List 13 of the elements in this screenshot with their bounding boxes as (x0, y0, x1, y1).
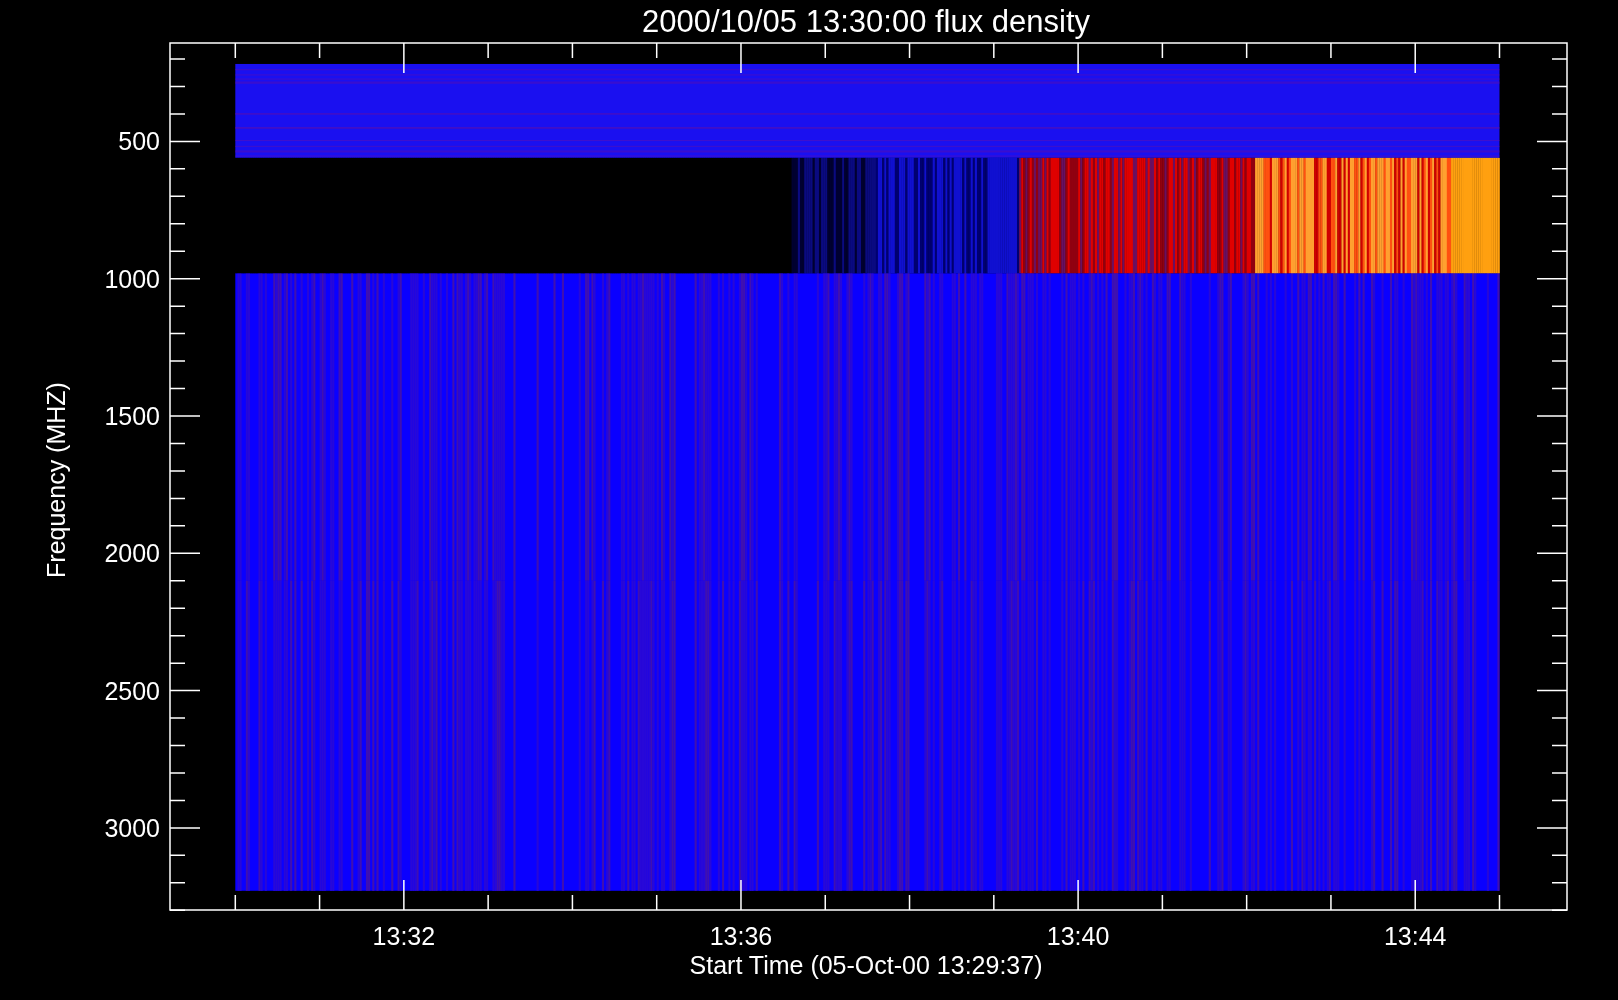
y-tick-label: 2000 (104, 539, 160, 568)
x-tick-label: 13:36 (709, 922, 773, 950)
y-tick-label: 3000 (104, 813, 160, 842)
chart-title: 2000/10/05 13:30:00 flux density (641, 4, 1091, 39)
y-axis-label: Frequency (MHZ) (42, 382, 70, 578)
y-tick-label: 500 (118, 127, 160, 156)
y-tick-label: 1000 (104, 264, 160, 293)
x-axis-label: Start Time (05-Oct-00 13:29:37) (689, 951, 1043, 979)
y-tick-label: 2500 (104, 676, 160, 705)
x-tick-label: 13:44 (1383, 922, 1447, 950)
x-tick-label: 13:32 (372, 922, 436, 950)
y-tick-label: 1500 (104, 402, 160, 430)
x-tick-label: 13:40 (1046, 922, 1110, 950)
